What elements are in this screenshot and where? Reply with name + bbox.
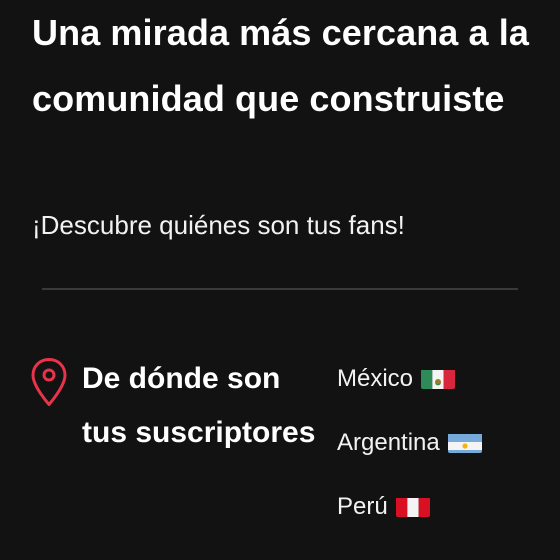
list-item: México <box>337 357 482 421</box>
peru-flag-icon <box>395 493 430 517</box>
page-subtitle: ¡Descubre quiénes son tus fans! <box>32 210 405 240</box>
list-item: Perú <box>337 485 482 549</box>
list-item: Argentina <box>337 421 482 485</box>
argentina-flag-icon <box>447 429 482 453</box>
mexico-flag-icon <box>421 365 456 389</box>
location-pin-icon <box>31 358 67 406</box>
subscribers-location-title: De dónde son tus suscriptores <box>82 362 316 449</box>
country-list: México Argentina Perú <box>337 357 482 549</box>
section-divider <box>42 288 518 290</box>
country-name: Argentina <box>337 429 440 456</box>
page-headline: Una mirada más cercana a la comunidad qu… <box>32 12 529 119</box>
country-name: Perú <box>337 493 388 520</box>
country-name: México <box>337 365 414 392</box>
